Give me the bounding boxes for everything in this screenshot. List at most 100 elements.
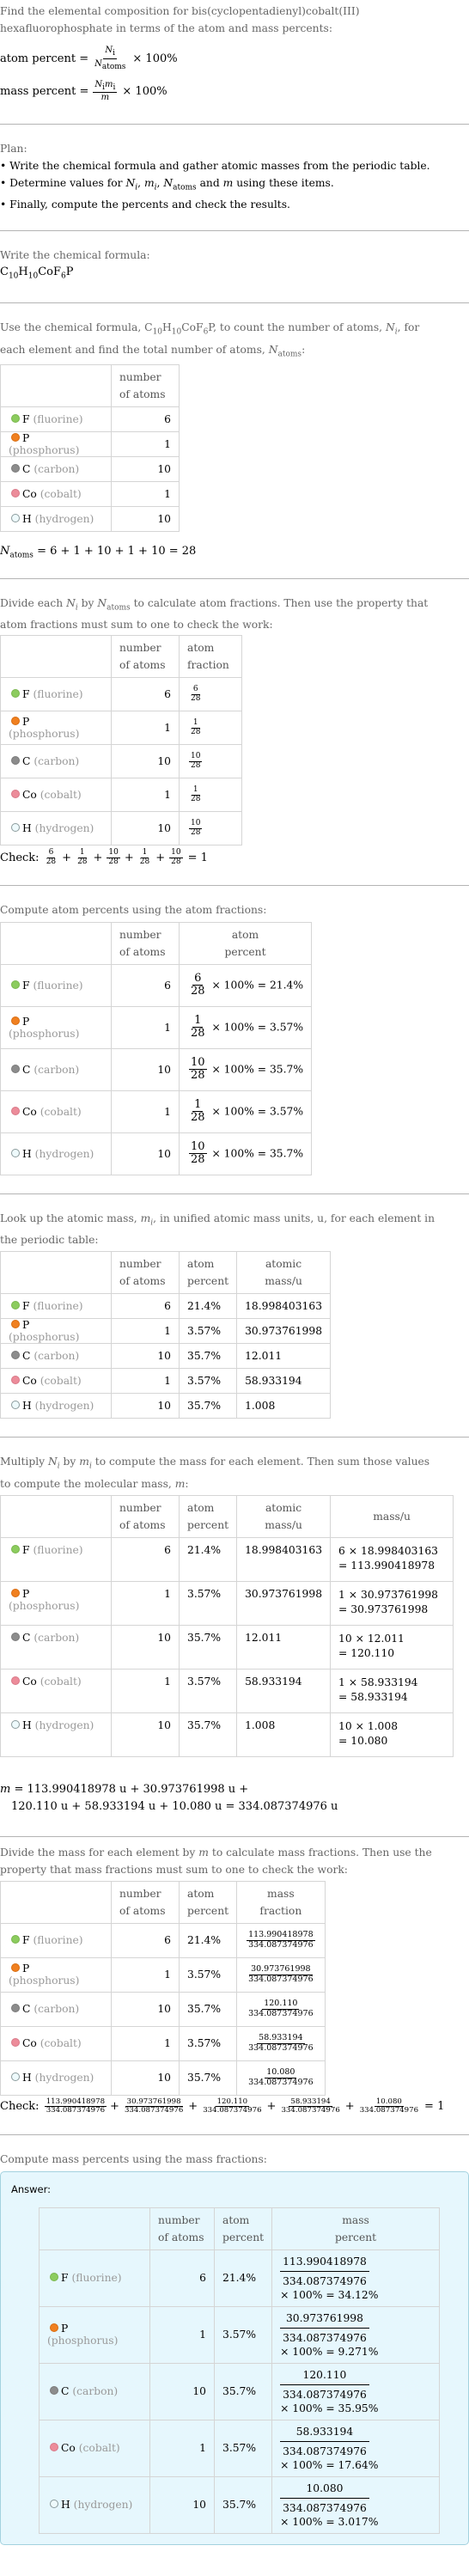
element-color-dot-icon: [11, 1963, 20, 1973]
table-row: F (fluorine) 6 21.4% 18.998403163 6 × 18.998…: [0, 1536, 454, 1582]
element-name: (hydrogen): [34, 2072, 94, 2085]
element-symbol: H: [22, 1718, 32, 1731]
m-total-symbol: m: [100, 93, 110, 103]
atomic-mass: 18.998403163: [236, 1293, 332, 1320]
atomic-mass-description-line-1: Look up the atomic mass, mi, in unified …: [0, 1212, 436, 1228]
table-row: H (hydrogen) 10 35.7% 1.008: [0, 1393, 332, 1419]
element-name: (fluorine): [33, 412, 83, 425]
element-cell: Co (cobalt): [0, 778, 112, 812]
element-symbol: Co: [22, 2037, 37, 2050]
mass-percent-fraction: Nimi m: [93, 80, 118, 103]
mass-percent-calc: 113.990418978 334.087374976 × 100% = 34.12…: [271, 2249, 441, 2307]
atomic-mass: 1.008: [236, 1393, 332, 1419]
answer-label: Answer:: [11, 2182, 52, 2195]
header-element: [0, 1494, 112, 1538]
n-sub: i: [113, 48, 116, 58]
atom-fraction: 10 28: [179, 744, 242, 778]
check-result: = 1: [187, 851, 208, 864]
header-number-of-atoms: number of atoms: [149, 2207, 215, 2250]
check-fraction: 113.990418978 334.087374976: [44, 2097, 107, 2115]
atomic-mass: 30.973761998: [236, 1318, 332, 1345]
element-symbol: H: [61, 2499, 70, 2512]
atom-fraction: 10 28: [179, 811, 242, 845]
atom-percent-calc: 1 28 × 100% = 3.57%: [178, 1090, 313, 1133]
times-100: × 100%: [122, 84, 168, 98]
header-atom-percent: atom percent: [178, 1251, 238, 1295]
table-row: C (carbon) 10 10 28: [0, 744, 242, 778]
element-mass-calc: 10 × 12.011 = 120.110: [330, 1624, 454, 1670]
check-fraction: 30.973761998 334.087374976: [124, 2097, 184, 2115]
header-mass-fraction: mass fraction: [236, 1880, 326, 1924]
table-row: F (fluorine) 6 21.4% 18.998403163: [0, 1293, 332, 1320]
atom-count: 10: [111, 455, 180, 482]
atomic-mass-description-line-2: the periodic table:: [0, 1234, 99, 1247]
element-cell: C (carbon): [0, 1991, 112, 2027]
mass-fraction: 113.990418978 334.087374976: [236, 1922, 326, 1958]
element-name: (phosphorus): [47, 2335, 119, 2347]
table-row: Co (cobalt) 1 1 28: [0, 778, 242, 812]
element-color-dot-icon: [50, 2443, 58, 2452]
check-fraction: 58.933194 334.087374976: [281, 2097, 340, 2115]
element-color-dot-icon: [11, 717, 20, 725]
atomic-mass: 12.011: [236, 1343, 332, 1370]
plan-item-1: • Write the chemical formula and gather …: [0, 160, 430, 172]
element-color-dot-icon: [11, 1376, 20, 1385]
element-symbol: F: [22, 979, 30, 992]
atom-percent: 3.57%: [213, 2305, 273, 2364]
count-atoms-section: Use the chemical formula, C10H10CoF6P, t…: [0, 303, 469, 560]
atomic-mass: 58.933194: [236, 1368, 332, 1395]
element-symbol: F: [22, 688, 30, 700]
element-symbol: P: [22, 431, 30, 444]
element-color-dot-icon: [11, 689, 20, 698]
element-cell: H (hydrogen): [0, 1712, 112, 1757]
header-mass-percent: mass percent: [271, 2207, 441, 2250]
atom-count: 1: [149, 2305, 215, 2364]
atom-percent: 35.7%: [178, 1343, 238, 1370]
table-row: H (hydrogen) 10 35.7% 1.008 10 × 1.008 = 10.0…: [0, 1712, 454, 1757]
check-label: Check:: [0, 2100, 40, 2114]
molecular-mass-description-line-2: to compute the molecular mass, m:: [0, 1477, 189, 1490]
header-atom-percent: atom percent: [213, 2207, 273, 2250]
atom-count: 10: [111, 811, 180, 845]
mass-percent-table: number of atoms atom percent mass percent F…: [39, 2207, 441, 2534]
element-cell: C (carbon): [0, 455, 112, 482]
element-color-dot-icon: [11, 1719, 20, 1729]
table-row: C (carbon) 10 35.7% 120.110 334.087374976 × 1…: [39, 2362, 441, 2420]
element-mass-calc: 10 × 1.008 = 10.080: [330, 1712, 454, 1757]
atomic-mass: 58.933194: [236, 1668, 332, 1713]
check-fraction: 6 28: [46, 848, 57, 866]
element-cell: H (hydrogen): [0, 505, 112, 532]
count-description-line-1: Use the chemical formula, C10H10CoF6P, t…: [0, 321, 420, 337]
element-name: (fluorine): [33, 688, 83, 700]
element-cell: F (fluorine): [0, 1922, 112, 1958]
element-symbol: P: [22, 1015, 30, 1028]
element-cell: H (hydrogen): [0, 1393, 112, 1419]
header-element: [0, 1880, 112, 1924]
check-fraction: 10 28: [169, 848, 183, 866]
element-name: (cobalt): [40, 1375, 82, 1388]
atom-percent: 35.7%: [178, 1624, 238, 1670]
atom-percent: 35.7%: [213, 2475, 273, 2534]
atom-percent-calc: 6 28 × 100% = 21.4%: [178, 963, 313, 1007]
mass-fraction-table: number of atoms atom percent mass fraction …: [0, 1880, 326, 2096]
element-color-dot-icon: [11, 980, 20, 989]
element-symbol: Co: [22, 487, 37, 500]
table-row: H (hydrogen) 10 10 28: [0, 811, 242, 845]
n-atoms-equation: Natoms = 6 + 1 + 10 + 1 + 10 = 28: [0, 544, 197, 560]
atom-percent: 3.57%: [178, 2025, 238, 2061]
atom-percent: 3.57%: [178, 1580, 238, 1626]
atom-count: 1: [111, 480, 180, 507]
element-name: (carbon): [72, 2385, 119, 2398]
atom-percent-calc: 10 28 × 100% = 35.7%: [178, 1132, 313, 1175]
header-atomic-mass: atomic mass/u: [236, 1251, 332, 1295]
element-name: (cobalt): [40, 1105, 82, 1118]
element-name: (phosphorus): [9, 443, 80, 456]
atomic-mass: 12.011: [236, 1624, 332, 1670]
atom-percent: 3.57%: [213, 2419, 273, 2477]
header-number-of-atoms: number of atoms: [111, 1494, 180, 1538]
element-symbol: H: [22, 2072, 32, 2085]
element-symbol: H: [22, 822, 32, 834]
n-atoms-sub: atoms: [101, 62, 126, 71]
atom-count: 1: [111, 1580, 180, 1626]
element-cell: P (phosphorus): [0, 1318, 112, 1345]
